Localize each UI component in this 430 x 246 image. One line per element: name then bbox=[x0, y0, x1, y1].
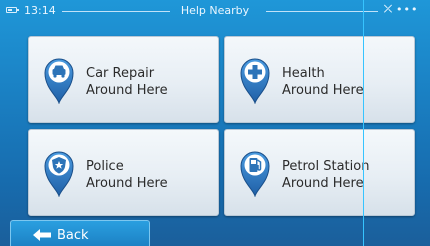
tile-label: Police Around Here bbox=[86, 158, 218, 192]
more-dots-icon[interactable]: ••• bbox=[396, 3, 418, 16]
tile-label-line1: Police bbox=[86, 159, 124, 174]
back-button-label: Back bbox=[57, 228, 89, 243]
cursor-line bbox=[363, 0, 364, 246]
fuel-pump-icon bbox=[240, 151, 270, 197]
title-divider-right bbox=[266, 11, 378, 12]
tile-label-line1: Car Repair bbox=[86, 66, 155, 81]
status-bar: 13:14 Help Nearby ⤫ ••• bbox=[0, 0, 430, 22]
tile-label-line2: Around Here bbox=[282, 176, 364, 191]
car-repair-around-here-button[interactable]: Car Repair Around Here bbox=[28, 36, 219, 123]
satellite-icon: ⤫ bbox=[384, 4, 392, 15]
back-arrow-icon bbox=[33, 229, 51, 241]
tile-label: Petrol Station Around Here bbox=[282, 158, 414, 192]
tile-label: Health Around Here bbox=[282, 65, 414, 99]
tile-label-line2: Around Here bbox=[282, 83, 364, 98]
health-cross-icon bbox=[240, 58, 270, 104]
petrol-station-around-here-button[interactable]: Petrol Station Around Here bbox=[224, 129, 415, 216]
tile-label: Car Repair Around Here bbox=[86, 65, 218, 99]
tile-label-line2: Around Here bbox=[86, 176, 168, 191]
police-around-here-button[interactable]: Police Around Here bbox=[28, 129, 219, 216]
tile-label-line1: Petrol Station bbox=[282, 159, 370, 174]
back-button[interactable]: Back bbox=[10, 220, 150, 246]
tile-label-line1: Health bbox=[282, 66, 325, 81]
tile-label-line2: Around Here bbox=[86, 83, 168, 98]
police-badge-icon bbox=[44, 151, 74, 197]
health-around-here-button[interactable]: Health Around Here bbox=[224, 36, 415, 123]
car-repair-icon bbox=[44, 58, 74, 104]
